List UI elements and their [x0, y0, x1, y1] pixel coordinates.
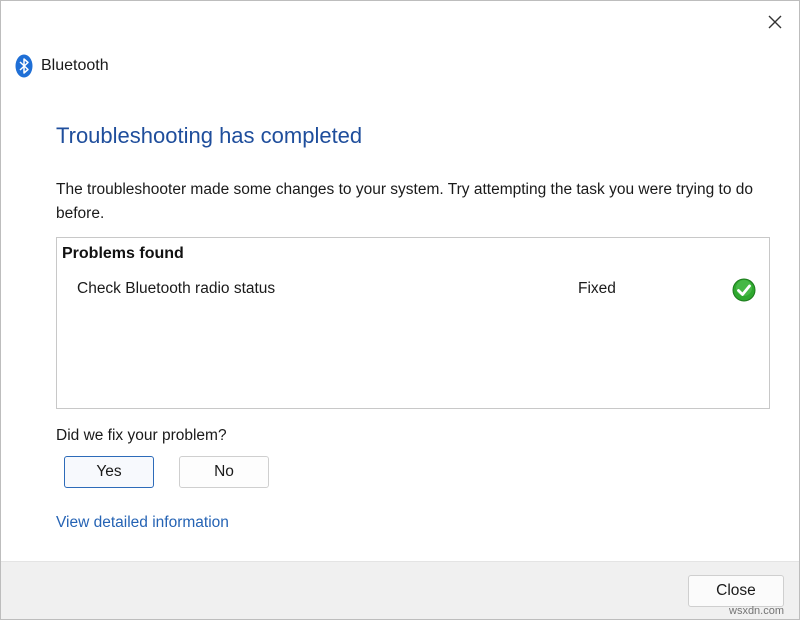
yes-button[interactable]: Yes [64, 456, 154, 488]
feedback-question: Did we fix your problem? [56, 427, 227, 444]
problem-row: Check Bluetooth radio status Fixed [57, 278, 769, 302]
view-details-link[interactable]: View detailed information [56, 514, 229, 532]
problem-status: Fixed [578, 280, 616, 297]
problems-list: Problems found Check Bluetooth radio sta… [56, 237, 770, 409]
app-title: Bluetooth [41, 57, 109, 74]
close-button[interactable]: Close [688, 575, 784, 607]
close-window-button[interactable] [757, 5, 793, 39]
problems-header: Problems found [62, 245, 184, 262]
check-icon [732, 278, 756, 302]
watermark: wsxdn.com [729, 605, 785, 617]
page-title: Troubleshooting has completed [56, 123, 363, 148]
dialog-footer [1, 561, 799, 619]
bluetooth-icon [15, 54, 33, 78]
problem-name: Check Bluetooth radio status [77, 280, 276, 297]
title-bar: Bluetooth [15, 53, 109, 79]
close-icon [768, 15, 782, 29]
troubleshooter-window: Bluetooth Troubleshooting has completed … [0, 0, 800, 620]
no-button[interactable]: No [179, 456, 269, 488]
result-description: The troubleshooter made some changes to … [56, 181, 753, 222]
